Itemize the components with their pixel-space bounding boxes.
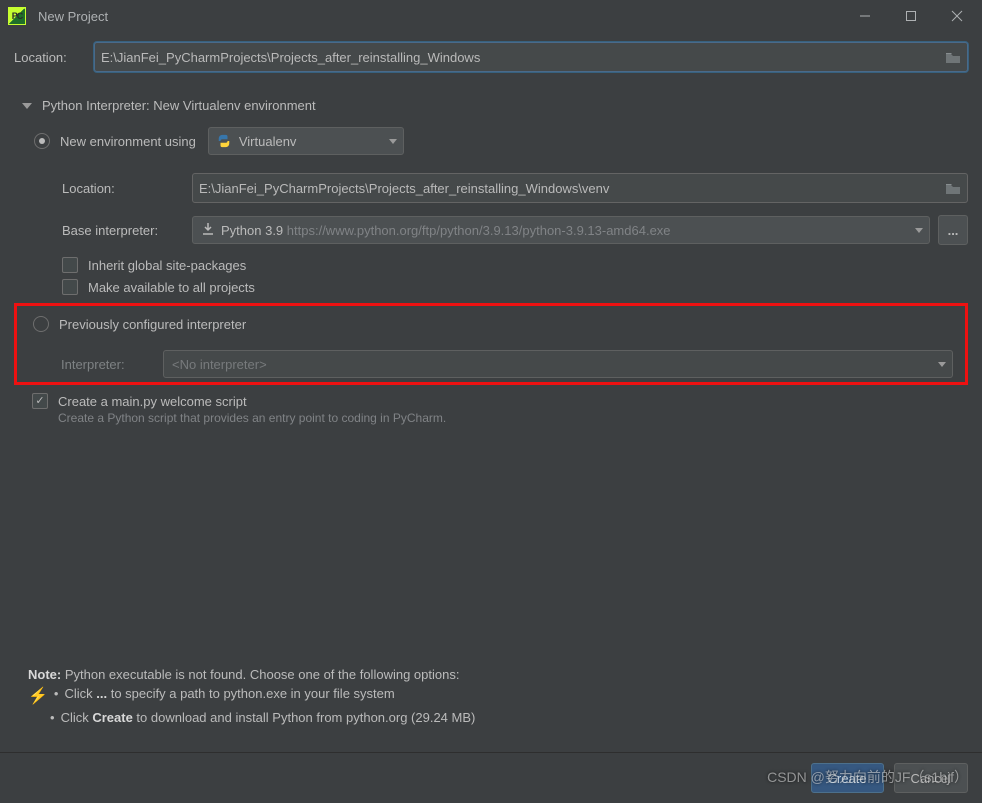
interpreter-label: Interpreter: xyxy=(61,357,163,372)
inherit-packages-checkbox[interactable] xyxy=(62,257,78,273)
base-interpreter-hint: https://www.python.org/ftp/python/3.9.13… xyxy=(287,223,907,238)
new-environment-radio[interactable] xyxy=(34,133,50,149)
previously-configured-radio[interactable] xyxy=(33,316,49,332)
base-interpreter-dropdown[interactable]: Python 3.9 https://www.python.org/ftp/py… xyxy=(192,216,930,244)
base-interpreter-label: Base interpreter: xyxy=(62,223,192,238)
create-button[interactable]: Create xyxy=(811,763,884,793)
make-available-label: Make available to all projects xyxy=(88,280,255,295)
base-interpreter-value: Python 3.9 xyxy=(221,223,283,238)
location-label: Location: xyxy=(14,50,94,65)
cancel-button[interactable]: Cancel xyxy=(894,763,968,793)
note-block: Note: Python executable is not found. Ch… xyxy=(28,667,962,725)
inherit-packages-label: Inherit global site-packages xyxy=(88,258,246,273)
python-icon xyxy=(217,134,231,148)
bolt-icon: ⚡ xyxy=(28,686,48,706)
make-available-checkbox[interactable] xyxy=(62,279,78,295)
venv-location-label: Location: xyxy=(62,181,192,196)
chevron-down-icon xyxy=(915,228,923,233)
welcome-script-checkbox[interactable] xyxy=(32,393,48,409)
minimize-button[interactable] xyxy=(842,0,888,32)
folder-browse-icon[interactable] xyxy=(945,182,961,195)
chevron-down-icon xyxy=(389,139,397,144)
maximize-button[interactable] xyxy=(888,0,934,32)
close-button[interactable] xyxy=(934,0,980,32)
welcome-script-label: Create a main.py welcome script xyxy=(58,394,247,409)
new-environment-label: New environment using xyxy=(60,134,196,149)
venv-location-value: E:\JianFei_PyCharmProjects\Projects_afte… xyxy=(199,181,939,196)
chevron-down-icon xyxy=(938,362,946,367)
chevron-down-icon xyxy=(22,103,32,109)
note-prefix: Note: xyxy=(28,667,61,682)
venv-location-input[interactable]: E:\JianFei_PyCharmProjects\Projects_afte… xyxy=(192,173,968,203)
interpreter-dropdown[interactable]: <No interpreter> xyxy=(163,350,953,378)
project-location-value: E:\JianFei_PyCharmProjects\Projects_afte… xyxy=(101,50,939,65)
python-interpreter-header[interactable]: Python Interpreter: New Virtualenv envir… xyxy=(22,98,968,113)
python-interpreter-header-text: Python Interpreter: New Virtualenv envir… xyxy=(42,98,316,113)
interpreter-value: <No interpreter> xyxy=(172,357,930,372)
project-location-input[interactable]: E:\JianFei_PyCharmProjects\Projects_afte… xyxy=(94,42,968,72)
previously-configured-highlight: Previously configured interpreter Interp… xyxy=(14,303,968,385)
welcome-script-description: Create a Python script that provides an … xyxy=(58,411,968,425)
previously-configured-label: Previously configured interpreter xyxy=(59,317,246,332)
note-text: Python executable is not found. Choose o… xyxy=(65,667,460,682)
download-icon xyxy=(201,222,215,239)
environment-type-dropdown[interactable]: Virtualenv xyxy=(208,127,404,155)
environment-type-value: Virtualenv xyxy=(239,134,381,149)
window-title: New Project xyxy=(38,9,108,24)
folder-browse-icon[interactable] xyxy=(945,51,961,64)
browse-interpreter-button[interactable]: ... xyxy=(938,215,968,245)
pycharm-logo-icon: PC xyxy=(8,7,26,25)
